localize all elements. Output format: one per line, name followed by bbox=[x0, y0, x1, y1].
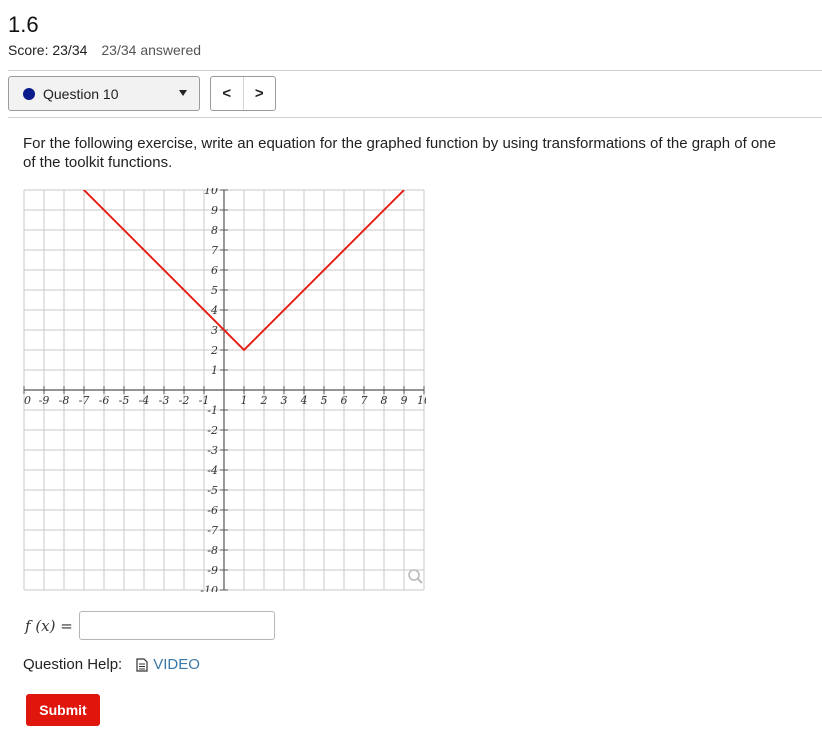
video-link-label: VIDEO bbox=[153, 656, 200, 673]
y-tick-label: 5 bbox=[211, 284, 218, 297]
y-tick-label: -1 bbox=[207, 404, 218, 417]
x-tick-label: 10 bbox=[417, 394, 426, 407]
x-tick-label: 10 bbox=[22, 394, 31, 407]
question-status-dot bbox=[23, 87, 35, 100]
y-tick-label: -9 bbox=[207, 564, 218, 577]
question-nav-buttons: < > bbox=[210, 76, 276, 111]
question-select[interactable]: Question 10 bbox=[8, 76, 200, 111]
header-divider bbox=[8, 70, 822, 71]
caret-down-icon bbox=[179, 90, 187, 96]
answered-count: 23/34 answered bbox=[101, 42, 202, 58]
x-tick-label: 9 bbox=[401, 394, 408, 407]
x-tick-label: 5 bbox=[321, 394, 328, 407]
x-tick-label: 8 bbox=[381, 394, 388, 407]
x-tick-label: -2 bbox=[179, 394, 190, 407]
answer-row: f (x) = bbox=[25, 611, 275, 640]
function-curve bbox=[82, 190, 405, 352]
x-tick-label: 4 bbox=[300, 394, 308, 407]
x-tick-label: -3 bbox=[159, 394, 170, 407]
question-prompt: For the following exercise, write an equ… bbox=[23, 135, 776, 171]
y-tick-label: -8 bbox=[207, 544, 218, 557]
magnifier-icon[interactable] bbox=[408, 569, 423, 584]
nav-divider bbox=[8, 117, 822, 118]
y-tick-label: 3 bbox=[211, 324, 218, 337]
y-tick-label: 2 bbox=[210, 344, 218, 357]
submit-button[interactable]: Submit bbox=[26, 694, 100, 726]
y-tick-label: -7 bbox=[207, 524, 218, 537]
x-tick-label: -9 bbox=[39, 394, 50, 407]
x-tick-label: -5 bbox=[119, 394, 130, 407]
y-tick-label: 9 bbox=[211, 204, 218, 217]
assignment-title: 1.6 bbox=[8, 12, 39, 37]
video-link[interactable]: VIDEO bbox=[126, 656, 200, 673]
x-tick-label: 7 bbox=[361, 394, 368, 407]
question-help: Question Help: VIDEO bbox=[23, 656, 200, 673]
next-question-button[interactable]: > bbox=[242, 77, 276, 110]
x-tick-label: -6 bbox=[99, 394, 110, 407]
question-select-label: Question 10 bbox=[43, 85, 119, 102]
y-tick-label: -4 bbox=[207, 464, 218, 477]
graph-curve bbox=[82, 190, 405, 352]
score-text: Score: 23/34 bbox=[8, 42, 88, 58]
function-label: f (x) = bbox=[25, 616, 73, 635]
x-tick-label: 1 bbox=[241, 394, 248, 407]
y-tick-label: -2 bbox=[207, 424, 218, 437]
x-tick-label: -4 bbox=[139, 394, 150, 407]
y-tick-label: 8 bbox=[211, 224, 218, 237]
x-tick-label: 3 bbox=[281, 394, 288, 407]
y-tick-label: 6 bbox=[211, 264, 218, 277]
score-line: Score: 23/34 23/34 answered bbox=[8, 42, 201, 58]
x-tick-label: -8 bbox=[59, 394, 70, 407]
x-tick-label: 6 bbox=[341, 394, 348, 407]
y-tick-label: 7 bbox=[211, 244, 218, 257]
function-graph: 10-9-8-7-6-5-4-3-2-112345678910 10987654… bbox=[22, 188, 426, 592]
y-tick-label: -6 bbox=[207, 504, 218, 517]
y-tick-label: -3 bbox=[207, 444, 218, 457]
y-tick-label: -5 bbox=[207, 484, 218, 497]
prev-question-button[interactable]: < bbox=[211, 77, 243, 110]
answer-input[interactable] bbox=[78, 611, 275, 640]
y-tick-label: 4 bbox=[210, 304, 218, 317]
question-help-label: Question Help: bbox=[23, 656, 123, 673]
document-icon bbox=[136, 657, 148, 672]
x-tick-label: 2 bbox=[260, 394, 268, 407]
y-tick-label: 10 bbox=[204, 188, 218, 197]
x-tick-label: -7 bbox=[79, 394, 90, 407]
y-tick-label: -10 bbox=[200, 584, 218, 592]
y-tick-label: 1 bbox=[211, 364, 218, 377]
